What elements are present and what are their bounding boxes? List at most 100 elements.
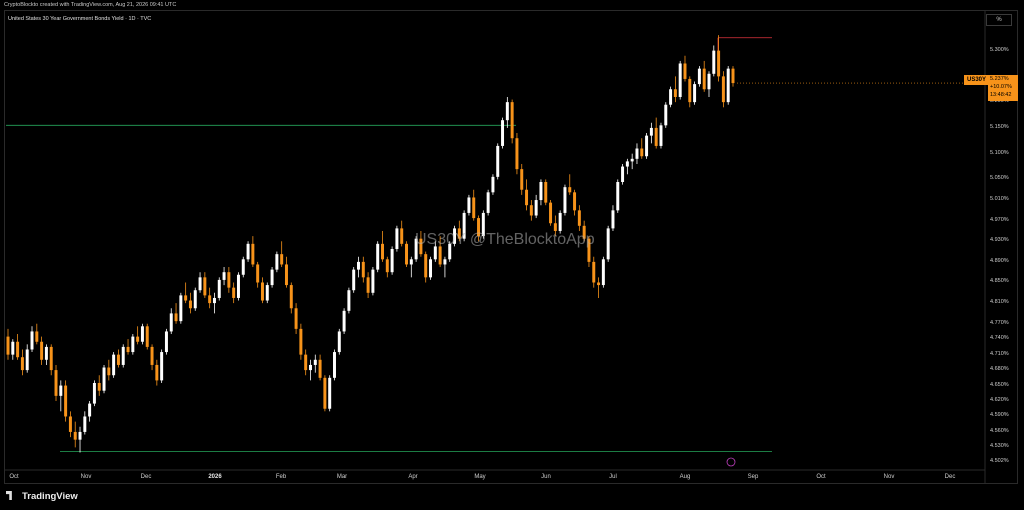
candle-body	[160, 352, 164, 381]
candle-body	[49, 346, 53, 371]
time-axis-label: Mar	[336, 474, 348, 480]
candle-body	[59, 385, 63, 396]
price-axis-label: 4.620%	[990, 397, 1009, 403]
candle-body	[35, 331, 39, 342]
candle-body	[577, 210, 581, 226]
candle-body	[611, 210, 615, 229]
price-axis-label: 4.850%	[990, 278, 1009, 285]
candle-body	[712, 50, 716, 74]
candle-body	[592, 261, 596, 283]
candle-body	[645, 135, 649, 157]
candle-body	[486, 192, 490, 213]
candle-body	[97, 382, 101, 391]
candle-body	[395, 228, 399, 249]
candle-body	[390, 249, 394, 273]
price-axis-label: 4.680%	[990, 366, 1009, 373]
candle-body	[400, 228, 404, 244]
candle-body	[318, 359, 322, 378]
candle-body	[232, 287, 236, 298]
candle-body	[544, 182, 548, 203]
time-axis-label: Feb	[275, 474, 287, 480]
candle-body	[678, 63, 682, 97]
candle-body	[155, 364, 159, 381]
candle-body	[491, 176, 495, 193]
tradingview-logo[interactable]: TradingView	[6, 491, 78, 502]
candle-body	[693, 84, 697, 103]
bar-countdown: 13:48:42	[990, 92, 1012, 98]
candle-body	[352, 269, 356, 291]
candle-body	[342, 310, 346, 332]
current-change: +10.07%	[990, 84, 1012, 90]
candle-body	[472, 197, 476, 219]
candle-body	[260, 282, 264, 301]
price-axis-label: 4.890%	[990, 257, 1009, 264]
time-axis-label: Oct	[816, 474, 826, 480]
candle-body	[568, 187, 572, 193]
time-axis-label: Jun	[541, 474, 551, 480]
candle-body	[510, 102, 514, 139]
brand-name: TradingView	[22, 491, 78, 502]
candle-body	[20, 357, 24, 371]
candle-body	[44, 346, 48, 360]
time-axis-label: Dec	[140, 474, 152, 480]
candle-body	[256, 264, 260, 283]
candle-body	[443, 259, 447, 265]
candle-body	[625, 161, 629, 167]
candle-body	[616, 182, 620, 211]
price-axis-label: 4.590%	[990, 412, 1009, 419]
candle-body	[549, 202, 553, 224]
candle-body	[40, 341, 44, 360]
candle-body	[563, 187, 567, 213]
price-axis-label: 5.100%	[990, 149, 1009, 156]
candle-body	[659, 125, 663, 146]
current-price-box: 5.237% +10.07% 13:48:42	[988, 75, 1018, 101]
candle-body	[6, 336, 10, 355]
candle-body	[284, 264, 288, 286]
symbol-badge: US30Y	[964, 75, 990, 85]
candle-body	[184, 295, 188, 301]
candle-body	[597, 282, 601, 286]
candle-body	[112, 354, 116, 376]
candle-body	[73, 431, 77, 440]
price-axis-label: 4.530%	[990, 443, 1009, 450]
time-axis-label: Sep	[747, 474, 759, 480]
candle-body	[299, 328, 303, 355]
time-axis-label: Aug	[679, 474, 691, 480]
candle-body	[217, 279, 221, 298]
candle-body	[505, 102, 509, 121]
candle-body	[726, 68, 730, 103]
price-axis-label: 5.050%	[990, 175, 1009, 182]
time-axis-label: Jul	[609, 474, 617, 480]
candle-body	[385, 259, 389, 273]
candle-body	[78, 431, 82, 440]
candle-body	[702, 68, 706, 90]
candle-body	[241, 259, 245, 275]
watermark: US30Y @TheBlocktoApp	[415, 231, 595, 248]
candle-body	[102, 367, 106, 391]
candle-body	[669, 89, 673, 105]
price-axis-label: 4.560%	[990, 427, 1009, 434]
candle-body	[371, 269, 375, 293]
candle-body	[539, 182, 543, 201]
candle-body	[83, 416, 87, 432]
candle-body	[121, 346, 125, 365]
candle-body	[601, 259, 605, 286]
candle-body	[496, 145, 500, 177]
candle-body	[88, 403, 92, 417]
candle-body	[630, 158, 634, 162]
candle-body	[381, 243, 384, 260]
candle-body	[275, 254, 279, 270]
event-marker-icon	[726, 457, 736, 467]
time-axis-label: Apr	[408, 474, 418, 480]
tradingview-logo-icon	[6, 491, 12, 500]
candle-body	[438, 246, 442, 265]
candle-body	[203, 277, 207, 296]
candle-body	[361, 261, 365, 278]
candle-body	[467, 197, 471, 213]
candle-body	[731, 68, 735, 84]
candle-body	[11, 341, 15, 355]
candle-body	[270, 269, 274, 286]
candle-body	[54, 370, 58, 396]
candle-body	[328, 377, 332, 409]
price-axis-label: 5.150%	[990, 123, 1009, 130]
